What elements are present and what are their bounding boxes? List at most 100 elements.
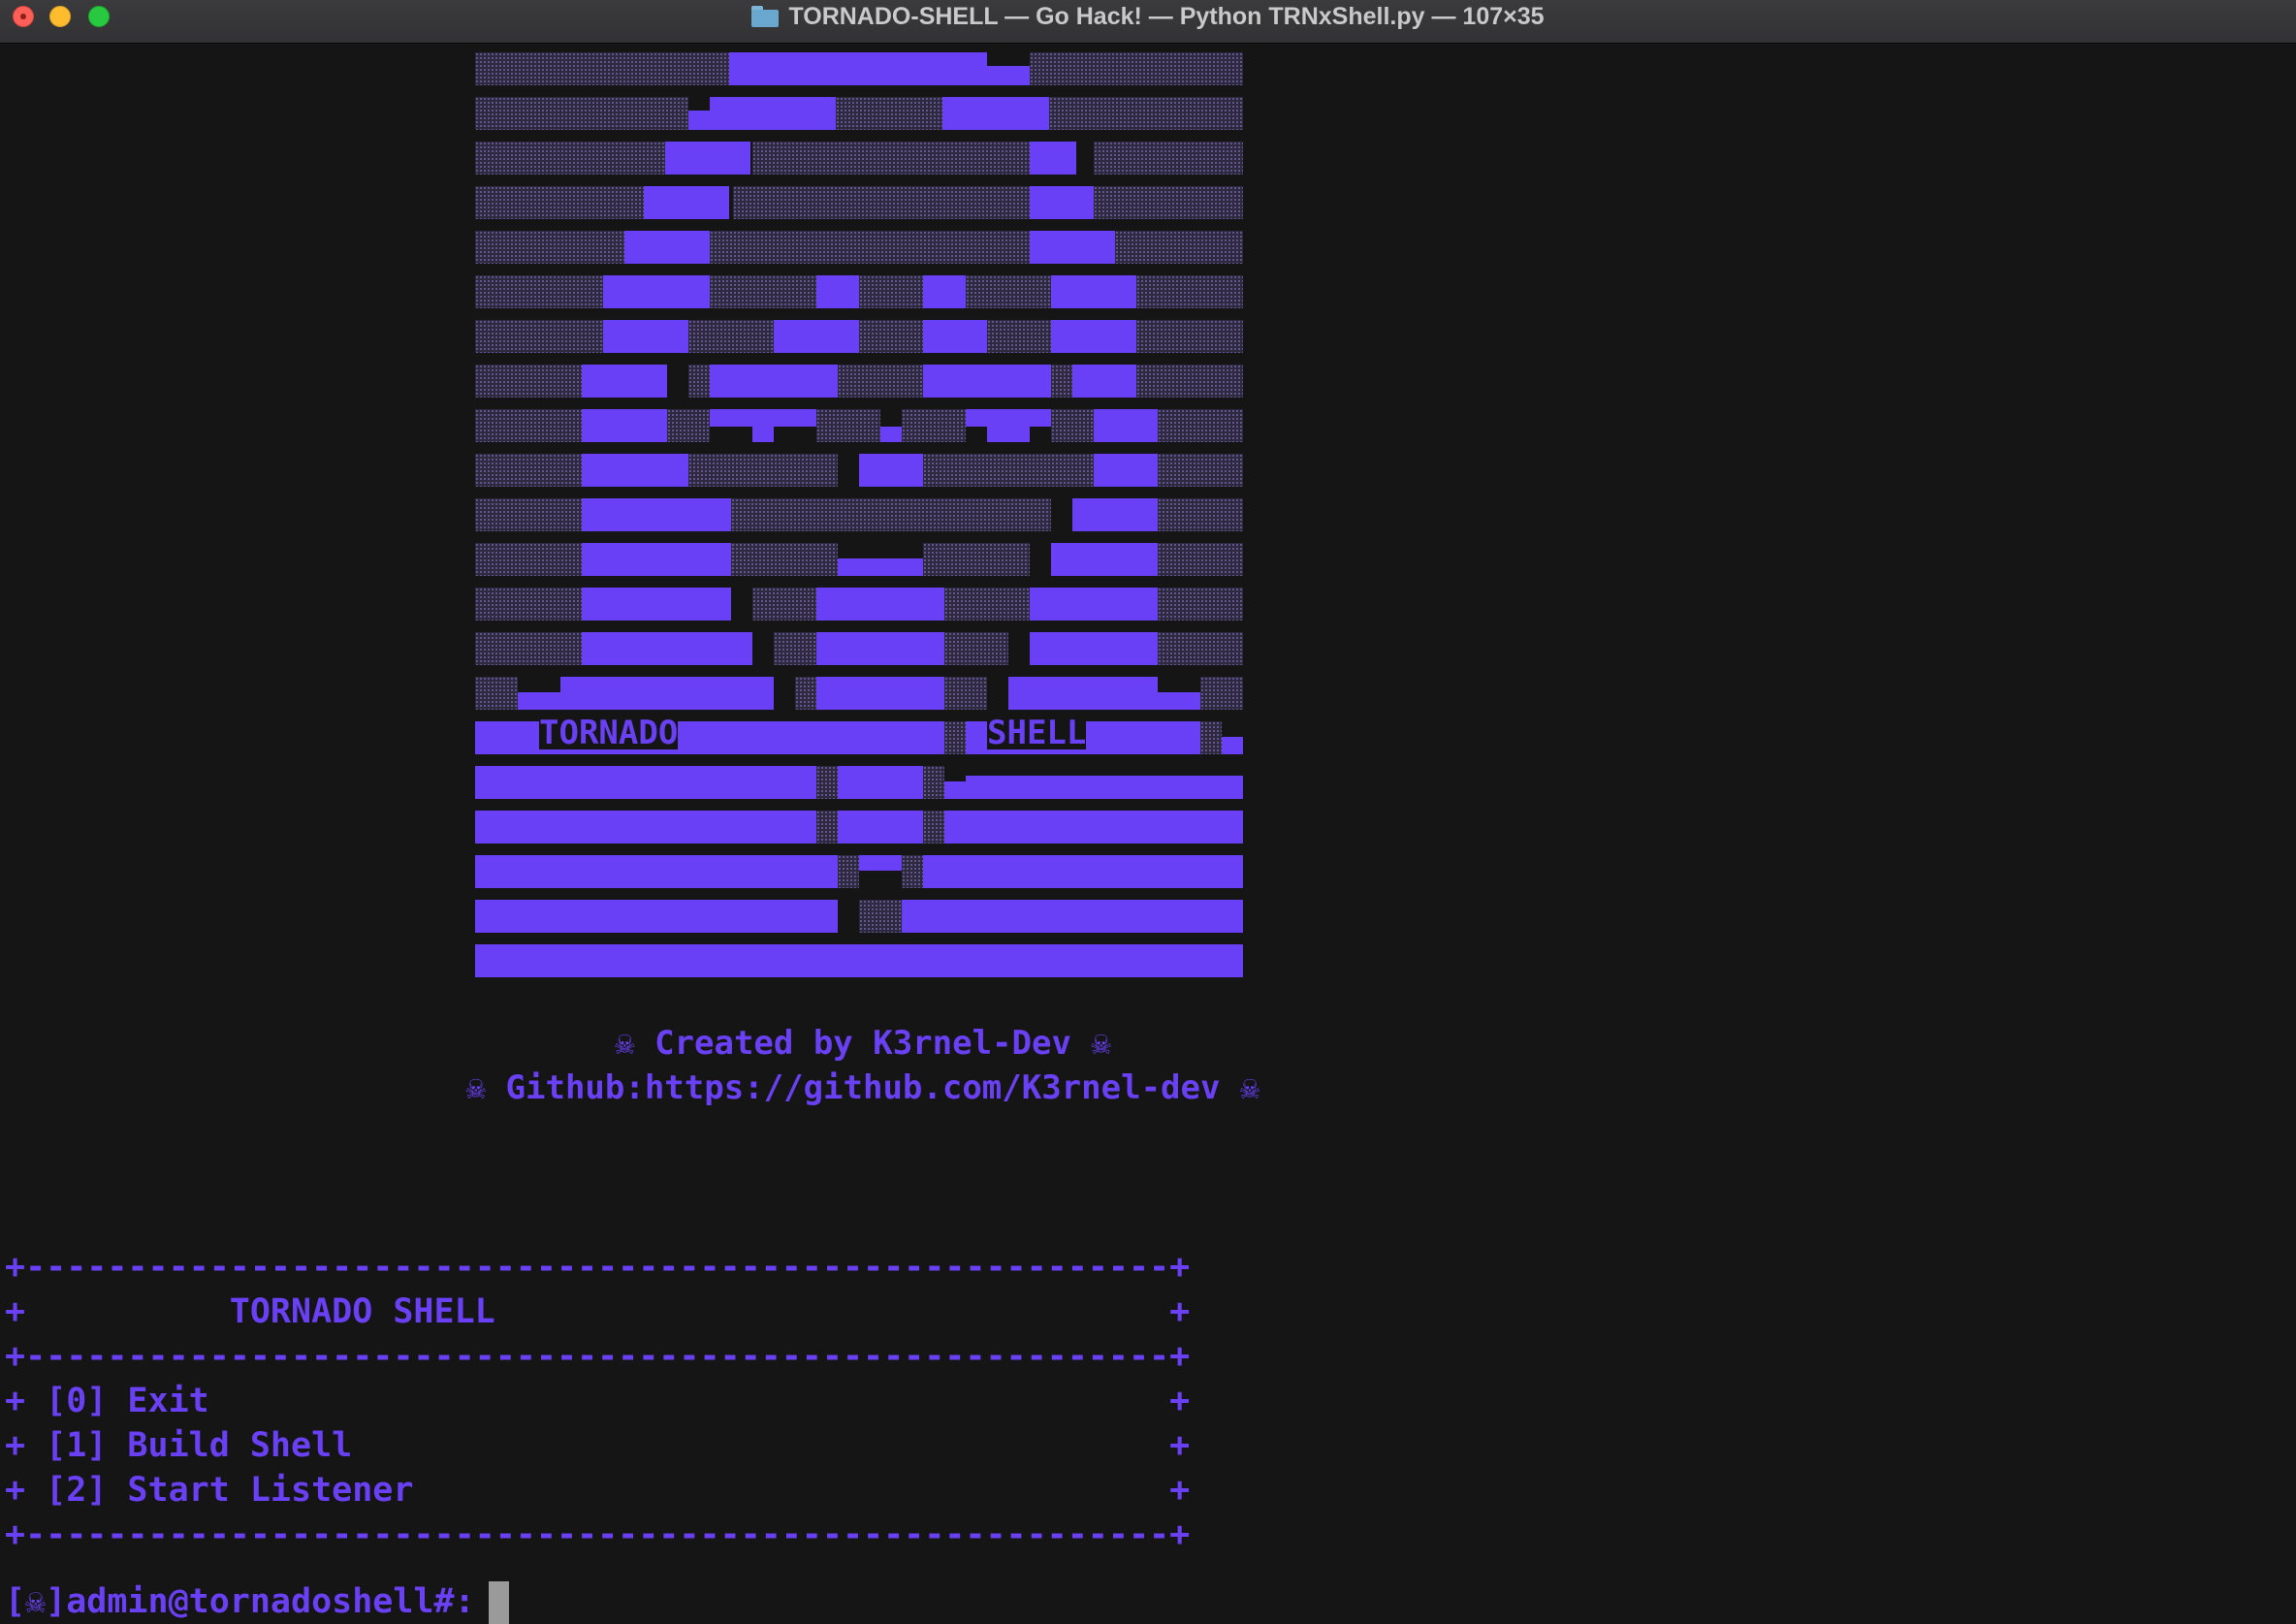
art-block-dither (859, 900, 902, 933)
terminal-content[interactable]: TORNADO SHELL ☠ Created by K3rnel-Dev ☠ … (0, 43, 2296, 1624)
art-block-dither (475, 320, 603, 353)
art-block-dither (710, 275, 816, 308)
art-block-dither (1136, 365, 1243, 398)
art-block-solid (603, 320, 688, 353)
art-block-dither (1158, 543, 1243, 576)
art-block-solid (1094, 454, 1158, 487)
menu-title: + TORNADO SHELL + (5, 1292, 1191, 1331)
art-block-dither (902, 409, 966, 442)
art-block-dither (1051, 409, 1094, 442)
art-block-dither (733, 186, 1030, 219)
menu-border-mid: +---------------------------------------… (5, 1337, 1191, 1376)
art-block-solid (710, 365, 838, 398)
art-block-dither (475, 498, 582, 531)
menu-border-bottom: +---------------------------------------… (5, 1515, 1191, 1554)
art-block-solid (774, 52, 987, 85)
art-block-solid (1030, 186, 1094, 219)
art-block-dither (1158, 409, 1243, 442)
art-block-solid (1051, 320, 1136, 353)
art-block-solid (987, 66, 1030, 85)
art-block-dither (1094, 186, 1243, 219)
art-block-dither (816, 766, 838, 799)
art-block-solid (902, 900, 1243, 933)
art-block-solid (1051, 543, 1158, 576)
art-block-dither (1136, 275, 1243, 308)
art-block-solid (644, 186, 729, 219)
art-block-dither (731, 498, 1051, 531)
art-block-dither (1158, 588, 1243, 621)
menu-item-start-listener: + [2] Start Listener + (5, 1471, 1191, 1510)
art-block-dither (731, 543, 838, 576)
art-block-solid (880, 427, 902, 442)
folder-icon (751, 6, 780, 27)
art-block-solid (859, 454, 923, 487)
art-block-solid (582, 498, 731, 531)
art-block-dither (475, 231, 624, 264)
command-prompt[interactable]: [☠]admin@tornadoshell#: (5, 1579, 509, 1624)
art-block-dither (923, 766, 944, 799)
art-block-dither (475, 97, 688, 130)
art-block-solid (966, 409, 1051, 427)
art-block-solid (987, 427, 1030, 442)
art-block-dither (987, 320, 1051, 353)
art-block-solid (475, 944, 1243, 977)
art-block-solid (944, 781, 966, 799)
art-block-dither (475, 543, 582, 576)
art-block-dither (475, 677, 518, 710)
art-block-dither (795, 677, 816, 710)
art-block-dither (1051, 365, 1072, 398)
art-block-solid (944, 811, 1243, 844)
art-block-dither (688, 320, 774, 353)
art-block-dither (816, 409, 880, 442)
art-block-solid (688, 111, 710, 130)
credit-github: ☠ Github:https://github.com/K3rnel-dev ☠ (465, 1068, 1260, 1107)
art-block-dither (475, 632, 582, 665)
art-block-solid (752, 427, 774, 442)
art-block-dither (923, 811, 944, 844)
art-block-solid (1030, 231, 1115, 264)
art-block-solid (1094, 409, 1158, 442)
art-block-solid (923, 320, 987, 353)
art-block-solid (859, 855, 902, 871)
art-block-solid (475, 855, 838, 888)
art-block-solid (816, 632, 944, 665)
art-block-dither (944, 677, 987, 710)
art-block-solid (1158, 692, 1200, 710)
art-block-solid (1222, 737, 1243, 754)
art-block-solid (665, 142, 750, 175)
art-block-dither (923, 543, 1030, 576)
art-block-dither (688, 454, 838, 487)
art-block-solid (923, 855, 1243, 888)
art-block-dither (1158, 498, 1243, 531)
art-block-solid (624, 231, 710, 264)
art-block-dither (475, 186, 644, 219)
art-block-dither (838, 855, 859, 888)
art-block-dither (1200, 677, 1243, 710)
art-block-dither (688, 365, 710, 398)
art-block-solid (582, 409, 667, 442)
art-block-solid (582, 632, 752, 665)
art-block-dither (1158, 454, 1243, 487)
art-block-dither (944, 721, 966, 754)
art-block-solid (816, 275, 859, 308)
art-block-solid (774, 320, 859, 353)
art-block-dither (836, 97, 942, 130)
art-block-solid (1072, 365, 1136, 398)
art-block-solid (1072, 498, 1158, 531)
art-block-dither (475, 275, 603, 308)
art-block-solid (475, 766, 816, 799)
art-block-solid (923, 365, 1051, 398)
art-block-dither (966, 275, 1051, 308)
art-block-solid (966, 776, 1243, 799)
art-block-solid (582, 543, 731, 576)
art-block-dither (752, 588, 816, 621)
art-block-dither (1049, 97, 1243, 130)
window-titlebar: TORNADO-SHELL — Go Hack! — Python TRNxSh… (0, 0, 2296, 44)
art-block-dither (774, 632, 816, 665)
art-block-dither (475, 454, 582, 487)
art-block-dither (667, 409, 710, 442)
window-title: TORNADO-SHELL — Go Hack! — Python TRNxSh… (788, 2, 1545, 30)
art-block-solid (603, 275, 710, 308)
window-title-area: TORNADO-SHELL — Go Hack! — Python TRNxSh… (0, 0, 2296, 33)
menu-item-exit: + [0] Exit + (5, 1382, 1191, 1420)
